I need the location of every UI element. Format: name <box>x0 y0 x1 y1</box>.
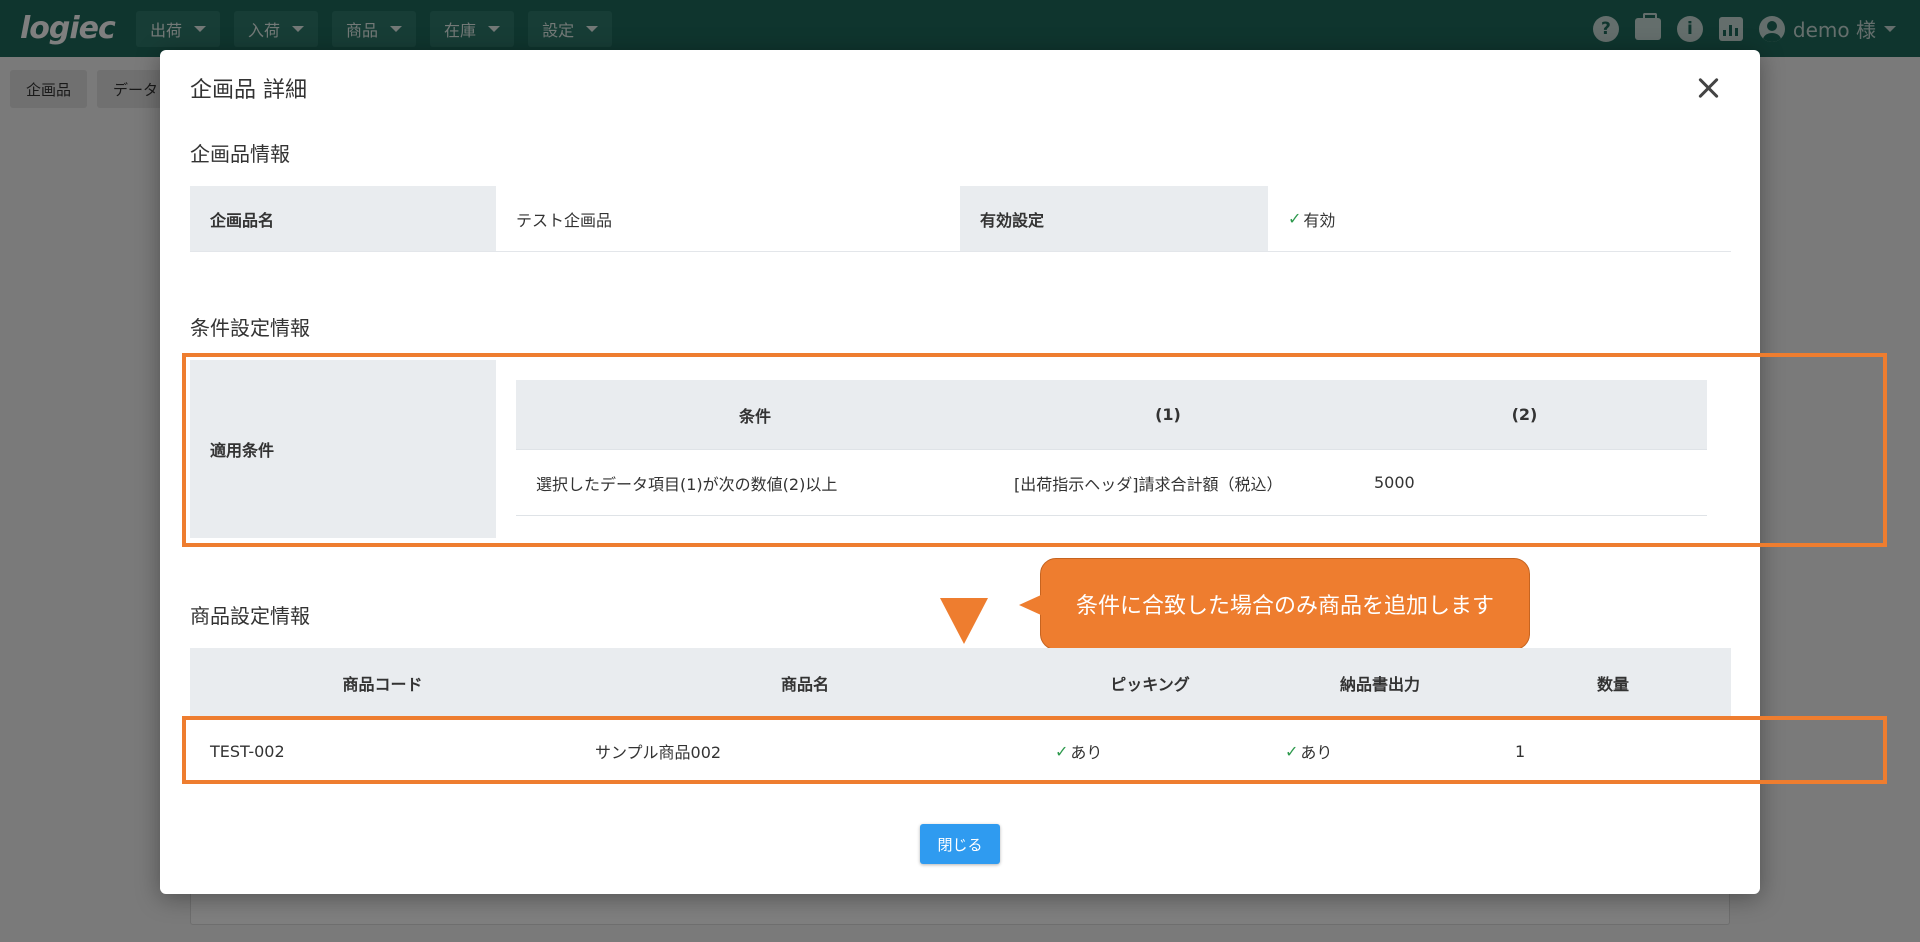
check-icon: ✓ <box>1288 209 1302 228</box>
column-header: 商品名 <box>780 675 829 694</box>
section-title-goods: 商品設定情報 <box>190 604 310 628</box>
valid-label: 有効設定 <box>960 186 1268 251</box>
modal-title: 企画品 詳細 <box>190 78 307 103</box>
highlight-box-conditions <box>182 353 1887 547</box>
column-header: 納品書出力 <box>1339 675 1420 694</box>
highlight-box-goods <box>182 716 1887 784</box>
product-name-value: テスト企画品 <box>516 210 613 230</box>
callout-note: 条件に合致した場合のみ商品を追加します <box>1019 558 1530 650</box>
close-button[interactable]: 閉じる <box>920 824 1000 864</box>
column-header: ピッキング <box>1110 675 1190 694</box>
section-title-conditions: 条件設定情報 <box>190 316 310 340</box>
close-icon[interactable] <box>1694 74 1722 102</box>
valid-value-text: 有効 <box>1303 210 1336 230</box>
product-info-table: 企画品名 テスト企画品 有効設定 ✓ 有効 <box>190 186 1731 252</box>
section-title-product-info: 企画品情報 <box>190 142 290 166</box>
detail-modal: 企画品 詳細 企画品情報 企画品名 テスト企画品 有効設定 ✓ 有効 条件設定情報… <box>160 50 1887 894</box>
column-header: 数量 <box>1596 675 1629 694</box>
column-header: 商品コード <box>342 675 423 694</box>
product-name-label: 企画品名 <box>190 186 496 251</box>
down-arrow-icon <box>940 598 988 644</box>
valid-value: ✓ 有効 <box>1268 186 1731 251</box>
goods-table-header: 商品コード 商品名 ピッキング 納品書出力 数量 <box>190 648 1731 718</box>
